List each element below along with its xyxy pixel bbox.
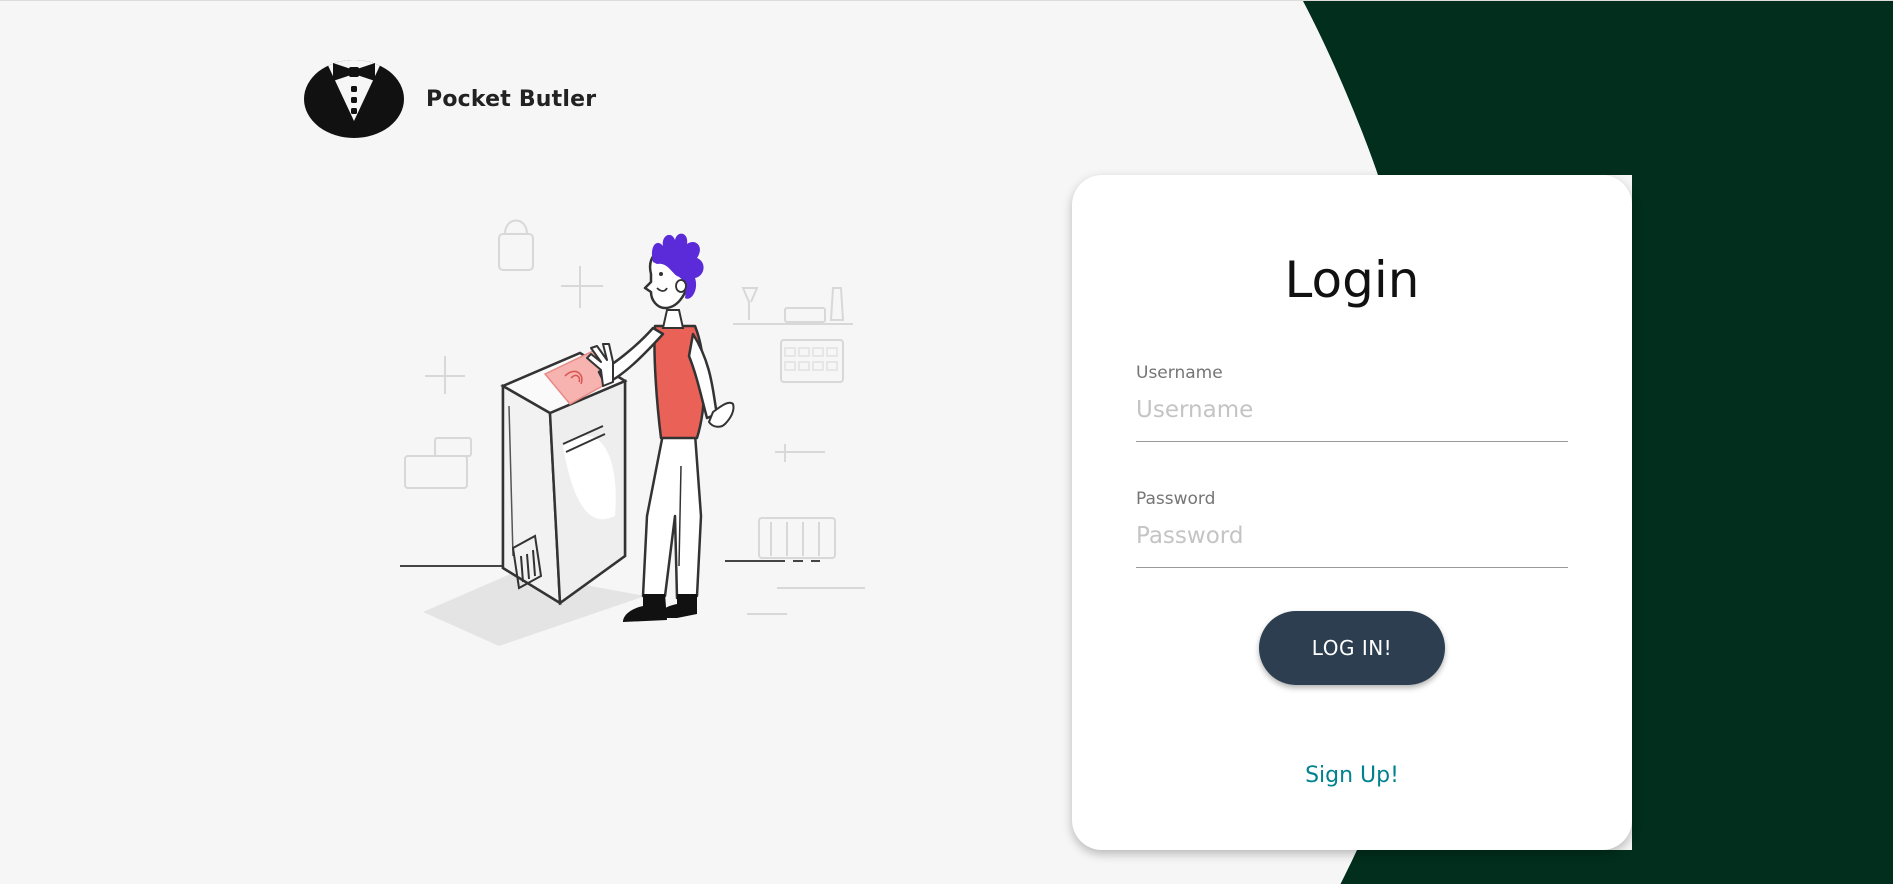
login-page: Pocket Butler Login Username Username Pa… — [0, 0, 1893, 884]
username-input[interactable] — [1136, 397, 1568, 442]
login-title: Login — [1284, 251, 1420, 309]
tuxedo-bowtie-icon — [304, 60, 404, 138]
login-button[interactable]: LOG IN! — [1259, 611, 1445, 685]
password-input[interactable] — [1136, 523, 1568, 568]
brand-header[interactable]: Pocket Butler — [303, 59, 596, 139]
password-label: Password — [1136, 489, 1216, 509]
person-fingerprint-scanner-illustration — [400, 219, 865, 646]
brand-name: Pocket Butler — [426, 86, 597, 112]
login-card: Login Username Password LOG IN! Sign Up! — [1072, 175, 1632, 850]
username-label: Username — [1136, 363, 1223, 383]
password-field-group: Password — [1136, 489, 1568, 568]
signup-link[interactable]: Sign Up! — [1072, 763, 1632, 788]
username-field-group: Username — [1136, 363, 1568, 442]
